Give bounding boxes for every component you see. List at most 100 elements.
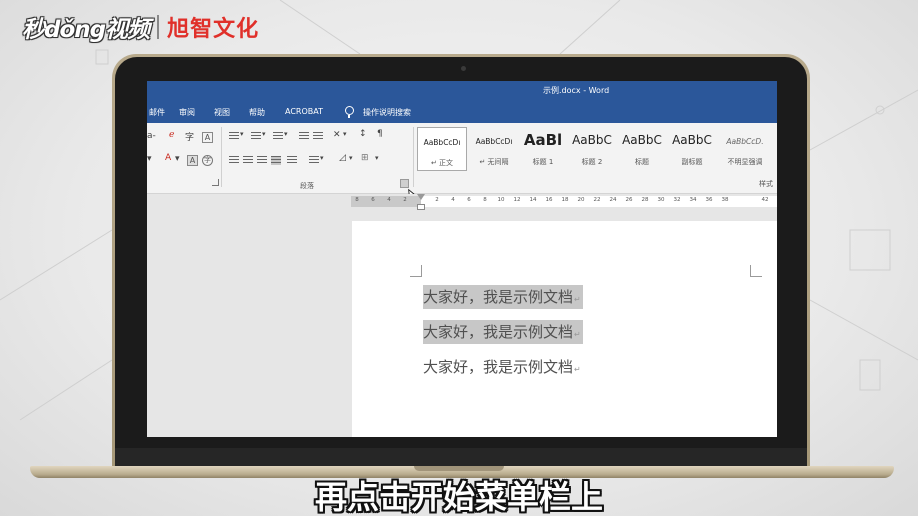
- style-title[interactable]: AaBbC 标题: [617, 127, 667, 171]
- tab-review[interactable]: 审阅: [179, 107, 195, 118]
- group-separator: [413, 127, 414, 187]
- shading-dropdown[interactable]: ▾: [349, 154, 353, 162]
- chinese-layout-icon[interactable]: ✕: [333, 130, 341, 140]
- ruler-number: 12: [513, 197, 521, 203]
- ruler-number: 20: [577, 197, 585, 203]
- brand-logo-left: 秒dǒng视频: [22, 17, 150, 43]
- document-line-text: 大家好，我是示例文档: [423, 358, 574, 376]
- word-window: 示例.docx - Word 邮件 审阅 视图 帮助 ACROBAT 操作说明搜…: [147, 81, 777, 437]
- margin-corner-mark: [410, 265, 422, 277]
- style-sample: AaBl: [523, 131, 563, 149]
- font-size-decrease-button[interactable]: a-: [147, 131, 156, 141]
- ruler-number: 8: [483, 197, 487, 203]
- style-name: 不明显强调: [727, 158, 763, 166]
- font-color-icon[interactable]: A: [165, 153, 171, 163]
- justify-icon[interactable]: [271, 156, 281, 165]
- bullets-dropdown[interactable]: ▾: [240, 130, 244, 138]
- show-marks-icon[interactable]: ¶: [377, 129, 383, 139]
- ruler-number: 22: [593, 197, 601, 203]
- document-line-text: 大家好，我是示例文档: [423, 323, 574, 341]
- paragraph-dialog-launcher-icon[interactable]: [400, 179, 409, 188]
- clear-format-icon[interactable]: ℯ: [169, 130, 174, 140]
- ruler-number: 36: [705, 197, 713, 203]
- webcam-icon: [461, 66, 466, 71]
- group-separator: [221, 127, 222, 187]
- align-right-icon[interactable]: [257, 156, 267, 165]
- ruler-number: 10: [497, 197, 505, 203]
- tab-acrobat[interactable]: ACROBAT: [285, 107, 323, 116]
- paragraph-group-label: 段落: [300, 182, 314, 190]
- numbering-icon[interactable]: [251, 132, 261, 141]
- tab-view[interactable]: 视图: [214, 107, 230, 118]
- tab-mailings[interactable]: 邮件: [149, 107, 165, 118]
- tell-me-search[interactable]: 操作说明搜索: [363, 107, 411, 118]
- paragraph-mark-icon: ↵: [574, 295, 581, 304]
- line-spacing-icon[interactable]: [309, 156, 319, 165]
- style-name: 副标题: [681, 158, 703, 166]
- phonetic-guide-icon[interactable]: 字: [185, 130, 194, 143]
- align-left-icon[interactable]: [229, 156, 239, 165]
- document-line[interactable]: 大家好，我是示例文档↵: [423, 285, 583, 309]
- ruler-number: 34: [689, 197, 697, 203]
- ribbon: a- ℯ 字 A ▾ A ▾ A 字 ▾ ▾ ▾ ✕ ▾ ↕ ¶ ▾ ◿ ▾ ⊞…: [147, 123, 777, 194]
- ribbon-tab-bar: 邮件 审阅 视图 帮助 ACROBAT 操作说明搜索: [147, 101, 777, 123]
- ruler-number: 18: [561, 197, 569, 203]
- style-name: 标题 2: [581, 158, 603, 166]
- increase-indent-icon[interactable]: [313, 132, 323, 141]
- char-border-icon[interactable]: A: [202, 132, 213, 143]
- ruler-number: 14: [529, 197, 537, 203]
- left-indent-marker[interactable]: [417, 204, 425, 210]
- bullets-icon[interactable]: [229, 132, 239, 141]
- style-name: ↵ 无间隔: [479, 158, 509, 166]
- laptop-hinge-notch: [414, 466, 504, 471]
- window-title: 示例.docx - Word: [543, 86, 610, 95]
- numbering-dropdown[interactable]: ▾: [262, 130, 266, 138]
- document-line[interactable]: 大家好，我是示例文档↵: [423, 320, 583, 344]
- horizontal-ruler[interactable]: 8 6 4 2 2 4 6 8 10 12 14 16 18 20 22 24 …: [147, 194, 777, 210]
- style-heading-1[interactable]: AaBl 标题 1: [519, 127, 567, 171]
- style-name: ↵ 正文: [430, 159, 454, 167]
- title-bar: 示例.docx - Word: [147, 81, 777, 101]
- style-subtle-emphasis[interactable]: AaBbCcD. 不明显强调: [717, 127, 773, 171]
- ruler-number: 42: [761, 197, 769, 203]
- document-line-text: 大家好，我是示例文档: [423, 288, 574, 306]
- ruler-number: 28: [641, 197, 649, 203]
- video-subtitle: 再点击开始菜单栏上: [314, 478, 603, 516]
- lightbulb-icon[interactable]: [345, 106, 354, 118]
- align-center-icon[interactable]: [243, 156, 253, 165]
- ruler-number: 6: [467, 197, 471, 203]
- char-shading-icon[interactable]: A: [187, 155, 198, 166]
- distributed-icon[interactable]: [287, 156, 297, 165]
- style-subtitle[interactable]: AaBbC 副标题: [667, 127, 717, 171]
- shading-icon[interactable]: ◿: [339, 153, 346, 163]
- sort-icon[interactable]: ↕: [359, 129, 367, 139]
- style-heading-2[interactable]: AaBbC 标题 2: [567, 127, 617, 171]
- ruler-number: 6: [371, 197, 375, 203]
- chinese-layout-dropdown[interactable]: ▾: [343, 130, 347, 138]
- multilevel-list-icon[interactable]: [273, 132, 283, 141]
- font-dialog-launcher-icon[interactable]: [212, 179, 219, 186]
- brand-logo: 秒dǒng视频 旭智文化: [22, 10, 259, 44]
- line-spacing-dropdown[interactable]: ▾: [320, 154, 324, 162]
- tab-help[interactable]: 帮助: [249, 107, 265, 118]
- ruler-number: 30: [657, 197, 665, 203]
- font-color-dropdown[interactable]: ▾: [175, 154, 180, 164]
- borders-dropdown[interactable]: ▾: [375, 154, 379, 162]
- multilevel-dropdown[interactable]: ▾: [284, 130, 288, 138]
- first-line-indent-marker[interactable]: [417, 194, 425, 200]
- style-sample: AaBbCcDı: [423, 138, 461, 147]
- document-page[interactable]: 大家好，我是示例文档↵ 大家好，我是示例文档↵ 大家好，我是示例文档↵: [352, 221, 777, 437]
- paragraph-mark-icon: ↵: [574, 330, 581, 339]
- borders-icon[interactable]: ⊞: [361, 153, 369, 163]
- document-line[interactable]: 大家好，我是示例文档↵: [423, 355, 581, 379]
- style-normal[interactable]: AaBbCcDı ↵ 正文: [417, 127, 467, 171]
- highlight-color-button[interactable]: ▾: [147, 154, 152, 164]
- enclose-char-icon[interactable]: 字: [202, 155, 213, 166]
- style-sample: AaBbC: [622, 133, 662, 147]
- ruler-number: 16: [545, 197, 553, 203]
- style-no-spacing[interactable]: AaBbCcDı ↵ 无间隔: [469, 127, 519, 171]
- decrease-indent-icon[interactable]: [299, 132, 309, 141]
- style-sample: AaBbC: [672, 133, 712, 147]
- ruler-number: 38: [721, 197, 729, 203]
- styles-group-label: 样式: [759, 180, 773, 188]
